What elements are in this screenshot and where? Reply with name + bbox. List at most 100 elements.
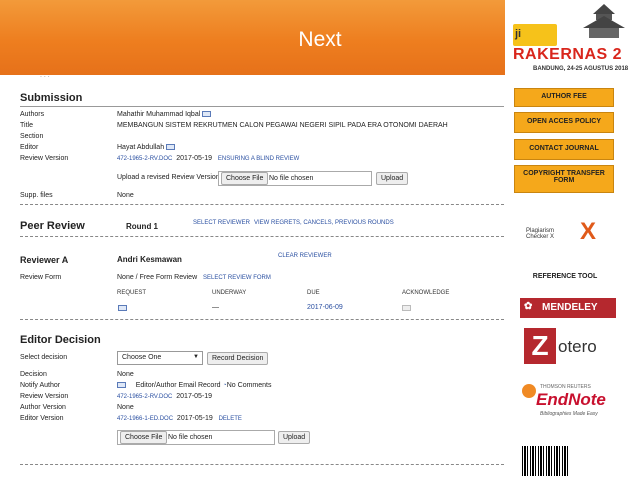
notify-text: Editor/Author Email Record [135, 382, 221, 389]
divider [20, 319, 504, 320]
clear-reviewer-link[interactable]: CLEAR REVIEWER [278, 253, 332, 259]
editor-row: Editor Hayat Abdullah [20, 144, 500, 155]
endnote-logo[interactable]: THOMSON REUTERS EndNote Bibliographies M… [520, 384, 616, 420]
decision-review-version-label: Review Version [20, 393, 69, 400]
review-form-label: Review Form [20, 274, 62, 281]
x-logo-icon: X [580, 218, 597, 245]
mendeley-icon: ✿ [524, 301, 533, 312]
choose-file-button[interactable]: Choose File [221, 172, 269, 185]
notify-label: Notify Author [20, 382, 61, 389]
ji-logo: ji [513, 24, 557, 46]
editor-upload-button[interactable]: Upload [278, 431, 311, 444]
divider [20, 106, 504, 107]
decision-select[interactable]: Choose One ▼ [117, 351, 203, 365]
plagiarism-checker-logo[interactable]: Plagiarism Checker X X [520, 218, 616, 246]
editor-label: Editor [20, 144, 39, 151]
section-row: Section [20, 133, 500, 144]
chevron-down-icon: ▼ [193, 354, 199, 360]
title-value: MEMBANGUN SISTEM REKRUTMEN CALON PEGAWAI… [117, 122, 448, 129]
editor-file-link[interactable]: 472-1966-1-ED.DOC [117, 416, 173, 422]
editor-choose-file-button[interactable]: Choose File [120, 431, 168, 444]
blind-review-link[interactable]: ENSURING A BLIND REVIEW [218, 156, 299, 162]
email-icon[interactable] [202, 111, 212, 118]
zotero-z-icon: Z [524, 328, 556, 364]
upload-button[interactable]: Upload [376, 172, 409, 185]
editor-decision-heading: Editor Decision [20, 334, 101, 346]
decision-row: Decision None [20, 371, 500, 382]
divider [20, 236, 504, 237]
zotero-logo[interactable]: Z otero [520, 328, 616, 366]
author-fee-button[interactable]: AUTHOR FEE [514, 88, 614, 107]
email-icon[interactable] [166, 144, 176, 151]
decision-label: Decision [20, 371, 47, 378]
supp-files-row: Supp. files None [20, 192, 500, 203]
thomson-reuters-icon [522, 384, 536, 398]
authors-row: Authors Mahathir Muhammad Iqbal [20, 111, 500, 122]
view-regrets-link[interactable]: VIEW REGRETS, CANCELS, PREVIOUS ROUNDS [254, 220, 394, 226]
editor-no-file-text: No file chosen [168, 434, 213, 441]
acknowledge-email-icon [402, 305, 411, 311]
record-decision-button[interactable]: Record Decision [207, 352, 269, 365]
review-version-label: Review Version [20, 155, 69, 162]
review-version-row: Review Version 472-1965-2-RV.DOC 2017-05… [20, 155, 500, 166]
due-date-link[interactable]: 2017-06-09 [307, 304, 343, 311]
rakernas-date: BANDUNG, 24-25 AGUSTUS 2018 [533, 66, 629, 72]
reviewer-name: Andri Kesmawan [117, 255, 182, 264]
supp-label: Supp. files [20, 192, 53, 199]
request-email-icon[interactable] [118, 305, 127, 311]
author-version-value: None [117, 404, 134, 411]
reviewer-label: Reviewer A [20, 255, 69, 265]
journal-main-panel: Submission Authors Mahathir Muhammad Iqb… [16, 86, 504, 474]
header-dots: . . . [40, 72, 50, 79]
barcode-icon [522, 446, 568, 476]
decision-review-date: 2017-05-19 [176, 393, 213, 400]
editor-date: 2017-05-19 [176, 415, 213, 422]
rakernas-text: RAKERNAS 2 [513, 46, 623, 63]
slide-title: Next [298, 28, 342, 51]
col-underway: UNDERWAY [212, 290, 247, 296]
title-label: Title [20, 122, 33, 129]
tower-icon [583, 4, 625, 38]
open-access-policy-button[interactable]: OPEN ACCES POLICY [514, 112, 614, 133]
select-reviewer-link[interactable]: SELECT REVIEWER [193, 220, 250, 226]
col-request: REQUEST [117, 290, 147, 296]
notify-author-row: Notify Author Editor/Author Email Record… [20, 382, 500, 393]
decision-review-file-link[interactable]: 472-1965-2-RV.DOC [117, 394, 172, 400]
submission-heading: Submission [20, 92, 83, 104]
no-comments-text: No Comments [226, 382, 272, 389]
delete-link[interactable]: DELETE [219, 416, 242, 422]
reference-tool-label: REFERENCE TOOL [532, 273, 598, 280]
review-form-value: None / Free Form Review [117, 274, 198, 281]
authors-label: Authors [20, 111, 45, 118]
peer-review-heading: Peer Review [20, 220, 85, 232]
review-date: 2017-05-19 [176, 155, 213, 162]
authors-value: Mahathir Muhammad Iqbal [117, 111, 201, 118]
review-file-link[interactable]: 472-1965-2-RV.DOC [117, 156, 172, 162]
divider [20, 464, 504, 465]
decision-review-version-row: Review Version 472-1965-2-RV.DOC 2017-05… [20, 393, 500, 404]
decision-value: None [117, 371, 134, 378]
copyright-transfer-button[interactable]: COPYRIGHT TRANSFER FORM [514, 165, 614, 193]
review-file-input[interactable]: Choose File No file chosen [218, 171, 372, 186]
decision-select-value: Choose One [122, 354, 162, 361]
rakernas-logo: ji RAKERNAS 2 BANDUNG, 24-25 AGUSTUS 201… [505, 0, 638, 78]
col-acknowledge: ACKNOWLEDGE [402, 290, 450, 296]
author-version-label: Author Version [20, 404, 66, 411]
supp-value: None [117, 192, 134, 199]
select-decision-label: Select decision [20, 354, 68, 361]
author-version-row: Author Version None [20, 404, 500, 415]
contact-journal-button[interactable]: CONTACT JOURNAL [514, 139, 614, 160]
editor-file-input[interactable]: Choose File No file chosen [117, 430, 275, 445]
editor-value: Hayat Abdullah [117, 144, 165, 151]
no-file-text: No file chosen [269, 175, 314, 182]
col-due: DUE [307, 290, 320, 296]
underway-value: — [212, 304, 219, 311]
notify-email-icon[interactable] [117, 382, 126, 389]
select-review-form-link[interactable]: SELECT REVIEW FORM [203, 275, 271, 281]
round-label: Round 1 [126, 222, 158, 231]
divider [20, 204, 504, 205]
review-form-row: Review Form None / Free Form Review SELE… [20, 274, 500, 285]
editor-version-label: Editor Version [20, 415, 64, 422]
section-label: Section [20, 133, 44, 140]
mendeley-logo[interactable]: ✿ MENDELEY [520, 298, 616, 318]
